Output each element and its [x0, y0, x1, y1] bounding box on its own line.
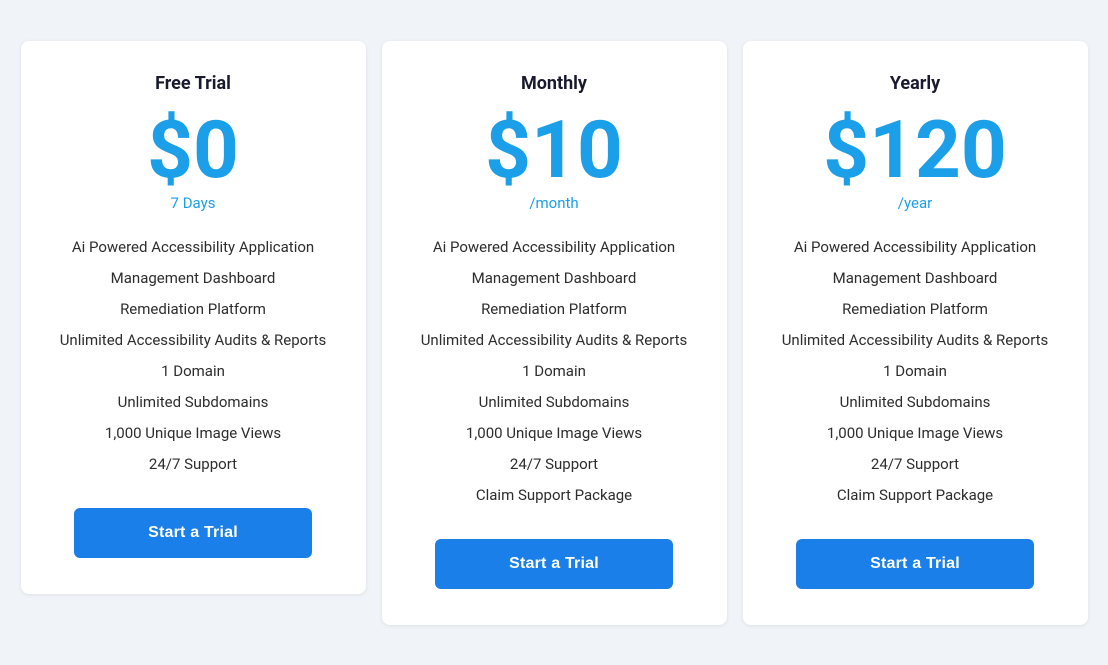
plan-feature-item: 1,000 Unique Image Views [45, 418, 342, 449]
plan-feature-item: Unlimited Accessibility Audits & Reports [45, 325, 342, 356]
plan-price: $0 [147, 110, 239, 190]
plan-feature-item: 1 Domain [767, 356, 1064, 387]
plan-feature-item: 24/7 Support [406, 449, 703, 480]
plan-feature-item: 1,000 Unique Image Views [406, 418, 703, 449]
pricing-card-yearly: Yearly $120/year Ai Powered Accessibility … [743, 41, 1088, 625]
plan-feature-item: 24/7 Support [767, 449, 1064, 480]
start-trial-button-free[interactable]: Start a Trial [74, 508, 312, 558]
plan-feature-item: 24/7 Support [45, 449, 342, 480]
plan-feature-item: Unlimited Subdomains [767, 387, 1064, 418]
plan-feature-item: Ai Powered Accessibility Application [406, 232, 703, 263]
plan-period: 7 Days [171, 194, 216, 212]
plan-feature-item: Ai Powered Accessibility Application [767, 232, 1064, 263]
plan-features-list: Ai Powered Accessibility ApplicationMana… [767, 232, 1064, 511]
plan-feature-item: 1,000 Unique Image Views [767, 418, 1064, 449]
plan-feature-item: 1 Domain [406, 356, 703, 387]
plan-feature-item: 1 Domain [45, 356, 342, 387]
plan-name: Monthly [521, 73, 587, 94]
plan-period: /month [529, 194, 578, 212]
plan-features-list: Ai Powered Accessibility ApplicationMana… [45, 232, 342, 480]
plan-feature-item: Remediation Platform [45, 294, 342, 325]
plan-feature-item: Management Dashboard [45, 263, 342, 294]
plan-feature-item: Unlimited Accessibility Audits & Reports [406, 325, 703, 356]
plan-feature-item: Claim Support Package [767, 480, 1064, 511]
pricing-container: Free Trial $0 7 Days Ai Powered Accessibili… [0, 21, 1108, 645]
plan-name: Free Trial [155, 73, 231, 94]
plan-name: Yearly [890, 73, 940, 94]
plan-period: /year [898, 194, 932, 212]
plan-price: $10 [485, 110, 623, 190]
pricing-card-free: Free Trial $0 7 Days Ai Powered Accessibili… [21, 41, 366, 594]
plan-feature-item: Unlimited Subdomains [406, 387, 703, 418]
start-trial-button-yearly[interactable]: Start a Trial [796, 539, 1034, 589]
plan-feature-item: Remediation Platform [767, 294, 1064, 325]
plan-feature-item: Management Dashboard [406, 263, 703, 294]
plan-feature-item: Unlimited Subdomains [45, 387, 342, 418]
plan-price: $120 [823, 110, 1007, 190]
plan-feature-item: Ai Powered Accessibility Application [45, 232, 342, 263]
plan-feature-item: Unlimited Accessibility Audits & Reports [767, 325, 1064, 356]
plan-feature-item: Claim Support Package [406, 480, 703, 511]
plan-feature-item: Remediation Platform [406, 294, 703, 325]
start-trial-button-monthly[interactable]: Start a Trial [435, 539, 673, 589]
plan-feature-item: Management Dashboard [767, 263, 1064, 294]
plan-features-list: Ai Powered Accessibility ApplicationMana… [406, 232, 703, 511]
pricing-card-monthly: Monthly $10/month Ai Powered Accessibility… [382, 41, 727, 625]
